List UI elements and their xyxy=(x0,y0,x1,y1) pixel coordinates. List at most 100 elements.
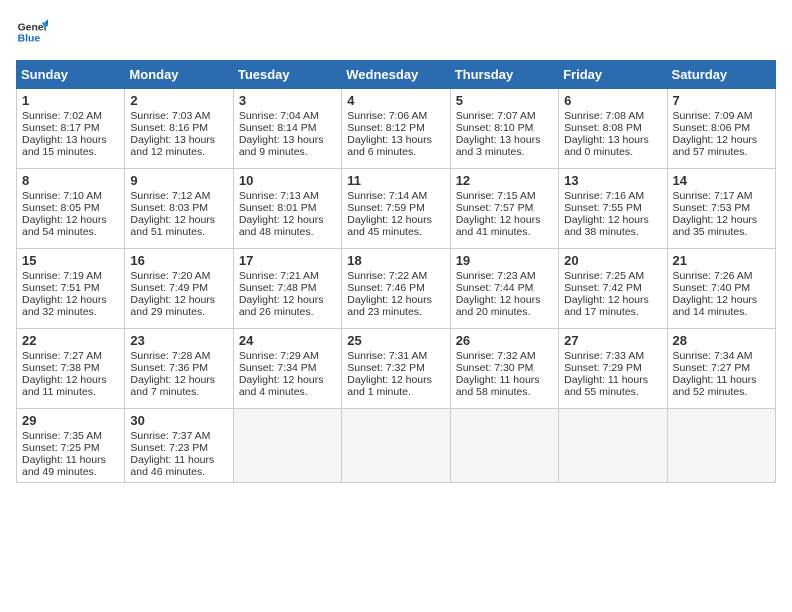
sunrise-label: Sunrise: 7:21 AM xyxy=(239,270,319,282)
daylight-label: Daylight: 12 hours and 45 minutes. xyxy=(347,214,432,238)
sunrise-label: Sunrise: 7:06 AM xyxy=(347,110,427,122)
day-number: 26 xyxy=(456,333,553,348)
sunset-label: Sunset: 7:36 PM xyxy=(130,362,208,374)
sunset-label: Sunset: 8:08 PM xyxy=(564,122,642,134)
calendar-cell: 24 Sunrise: 7:29 AM Sunset: 7:34 PM Dayl… xyxy=(233,329,341,409)
sunset-label: Sunset: 7:48 PM xyxy=(239,282,317,294)
day-number: 12 xyxy=(456,173,553,188)
calendar-cell: 9 Sunrise: 7:12 AM Sunset: 8:03 PM Dayli… xyxy=(125,169,233,249)
day-number: 20 xyxy=(564,253,661,268)
day-number: 14 xyxy=(673,173,770,188)
daylight-label: Daylight: 12 hours and 26 minutes. xyxy=(239,294,324,318)
day-number: 5 xyxy=(456,93,553,108)
sunrise-label: Sunrise: 7:35 AM xyxy=(22,430,102,442)
sunrise-label: Sunrise: 7:09 AM xyxy=(673,110,753,122)
day-number: 7 xyxy=(673,93,770,108)
sunrise-label: Sunrise: 7:03 AM xyxy=(130,110,210,122)
day-number: 27 xyxy=(564,333,661,348)
day-number: 28 xyxy=(673,333,770,348)
sunrise-label: Sunrise: 7:02 AM xyxy=(22,110,102,122)
col-header-friday: Friday xyxy=(559,61,667,89)
daylight-label: Daylight: 13 hours and 6 minutes. xyxy=(347,134,432,158)
calendar-cell: 1 Sunrise: 7:02 AM Sunset: 8:17 PM Dayli… xyxy=(17,89,125,169)
sunrise-label: Sunrise: 7:16 AM xyxy=(564,190,644,202)
sunset-label: Sunset: 8:12 PM xyxy=(347,122,425,134)
calendar-cell: 3 Sunrise: 7:04 AM Sunset: 8:14 PM Dayli… xyxy=(233,89,341,169)
sunrise-label: Sunrise: 7:37 AM xyxy=(130,430,210,442)
calendar-cell: 21 Sunrise: 7:26 AM Sunset: 7:40 PM Dayl… xyxy=(667,249,775,329)
daylight-label: Daylight: 12 hours and 38 minutes. xyxy=(564,214,649,238)
col-header-wednesday: Wednesday xyxy=(342,61,450,89)
col-header-thursday: Thursday xyxy=(450,61,558,89)
day-number: 11 xyxy=(347,173,444,188)
daylight-label: Daylight: 13 hours and 9 minutes. xyxy=(239,134,324,158)
day-number: 10 xyxy=(239,173,336,188)
sunrise-label: Sunrise: 7:12 AM xyxy=(130,190,210,202)
calendar-cell: 15 Sunrise: 7:19 AM Sunset: 7:51 PM Dayl… xyxy=(17,249,125,329)
calendar-cell: 11 Sunrise: 7:14 AM Sunset: 7:59 PM Dayl… xyxy=(342,169,450,249)
calendar-cell: 6 Sunrise: 7:08 AM Sunset: 8:08 PM Dayli… xyxy=(559,89,667,169)
sunset-label: Sunset: 7:38 PM xyxy=(22,362,100,374)
sunset-label: Sunset: 7:51 PM xyxy=(22,282,100,294)
sunset-label: Sunset: 7:49 PM xyxy=(130,282,208,294)
sunset-label: Sunset: 7:40 PM xyxy=(673,282,751,294)
sunset-label: Sunset: 8:10 PM xyxy=(456,122,534,134)
sunset-label: Sunset: 8:03 PM xyxy=(130,202,208,214)
sunset-label: Sunset: 8:01 PM xyxy=(239,202,317,214)
day-number: 18 xyxy=(347,253,444,268)
daylight-label: Daylight: 12 hours and 7 minutes. xyxy=(130,374,215,398)
sunrise-label: Sunrise: 7:27 AM xyxy=(22,350,102,362)
calendar-cell: 26 Sunrise: 7:32 AM Sunset: 7:30 PM Dayl… xyxy=(450,329,558,409)
calendar-cell: 29 Sunrise: 7:35 AM Sunset: 7:25 PM Dayl… xyxy=(17,409,125,483)
col-header-tuesday: Tuesday xyxy=(233,61,341,89)
day-number: 16 xyxy=(130,253,227,268)
day-number: 19 xyxy=(456,253,553,268)
svg-text:Blue: Blue xyxy=(18,34,41,45)
daylight-label: Daylight: 12 hours and 23 minutes. xyxy=(347,294,432,318)
daylight-label: Daylight: 12 hours and 57 minutes. xyxy=(673,134,758,158)
calendar-cell: 23 Sunrise: 7:28 AM Sunset: 7:36 PM Dayl… xyxy=(125,329,233,409)
sunset-label: Sunset: 7:46 PM xyxy=(347,282,425,294)
sunset-label: Sunset: 7:30 PM xyxy=(456,362,534,374)
daylight-label: Daylight: 12 hours and 54 minutes. xyxy=(22,214,107,238)
calendar-cell: 2 Sunrise: 7:03 AM Sunset: 8:16 PM Dayli… xyxy=(125,89,233,169)
day-number: 4 xyxy=(347,93,444,108)
page-header: General Blue xyxy=(16,16,776,48)
calendar-cell: 16 Sunrise: 7:20 AM Sunset: 7:49 PM Dayl… xyxy=(125,249,233,329)
day-number: 8 xyxy=(22,173,119,188)
sunset-label: Sunset: 7:34 PM xyxy=(239,362,317,374)
sunrise-label: Sunrise: 7:31 AM xyxy=(347,350,427,362)
daylight-label: Daylight: 11 hours and 46 minutes. xyxy=(130,454,214,478)
daylight-label: Daylight: 12 hours and 41 minutes. xyxy=(456,214,541,238)
day-number: 22 xyxy=(22,333,119,348)
daylight-label: Daylight: 12 hours and 35 minutes. xyxy=(673,214,758,238)
daylight-label: Daylight: 13 hours and 15 minutes. xyxy=(22,134,107,158)
sunrise-label: Sunrise: 7:34 AM xyxy=(673,350,753,362)
daylight-label: Daylight: 12 hours and 48 minutes. xyxy=(239,214,324,238)
sunset-label: Sunset: 8:14 PM xyxy=(239,122,317,134)
sunrise-label: Sunrise: 7:08 AM xyxy=(564,110,644,122)
sunrise-label: Sunrise: 7:28 AM xyxy=(130,350,210,362)
calendar-cell xyxy=(667,409,775,483)
calendar-cell: 17 Sunrise: 7:21 AM Sunset: 7:48 PM Dayl… xyxy=(233,249,341,329)
day-number: 24 xyxy=(239,333,336,348)
calendar-cell: 8 Sunrise: 7:10 AM Sunset: 8:05 PM Dayli… xyxy=(17,169,125,249)
day-number: 21 xyxy=(673,253,770,268)
sunset-label: Sunset: 7:27 PM xyxy=(673,362,751,374)
sunset-label: Sunset: 7:59 PM xyxy=(347,202,425,214)
daylight-label: Daylight: 12 hours and 11 minutes. xyxy=(22,374,107,398)
calendar-cell: 27 Sunrise: 7:33 AM Sunset: 7:29 PM Dayl… xyxy=(559,329,667,409)
sunset-label: Sunset: 8:06 PM xyxy=(673,122,751,134)
calendar-cell: 22 Sunrise: 7:27 AM Sunset: 7:38 PM Dayl… xyxy=(17,329,125,409)
calendar-cell: 18 Sunrise: 7:22 AM Sunset: 7:46 PM Dayl… xyxy=(342,249,450,329)
sunrise-label: Sunrise: 7:29 AM xyxy=(239,350,319,362)
day-number: 25 xyxy=(347,333,444,348)
sunrise-label: Sunrise: 7:07 AM xyxy=(456,110,536,122)
sunrise-label: Sunrise: 7:10 AM xyxy=(22,190,102,202)
daylight-label: Daylight: 12 hours and 29 minutes. xyxy=(130,294,215,318)
sunset-label: Sunset: 7:32 PM xyxy=(347,362,425,374)
sunset-label: Sunset: 7:53 PM xyxy=(673,202,751,214)
calendar-cell: 12 Sunrise: 7:15 AM Sunset: 7:57 PM Dayl… xyxy=(450,169,558,249)
calendar-cell: 5 Sunrise: 7:07 AM Sunset: 8:10 PM Dayli… xyxy=(450,89,558,169)
calendar-cell xyxy=(342,409,450,483)
